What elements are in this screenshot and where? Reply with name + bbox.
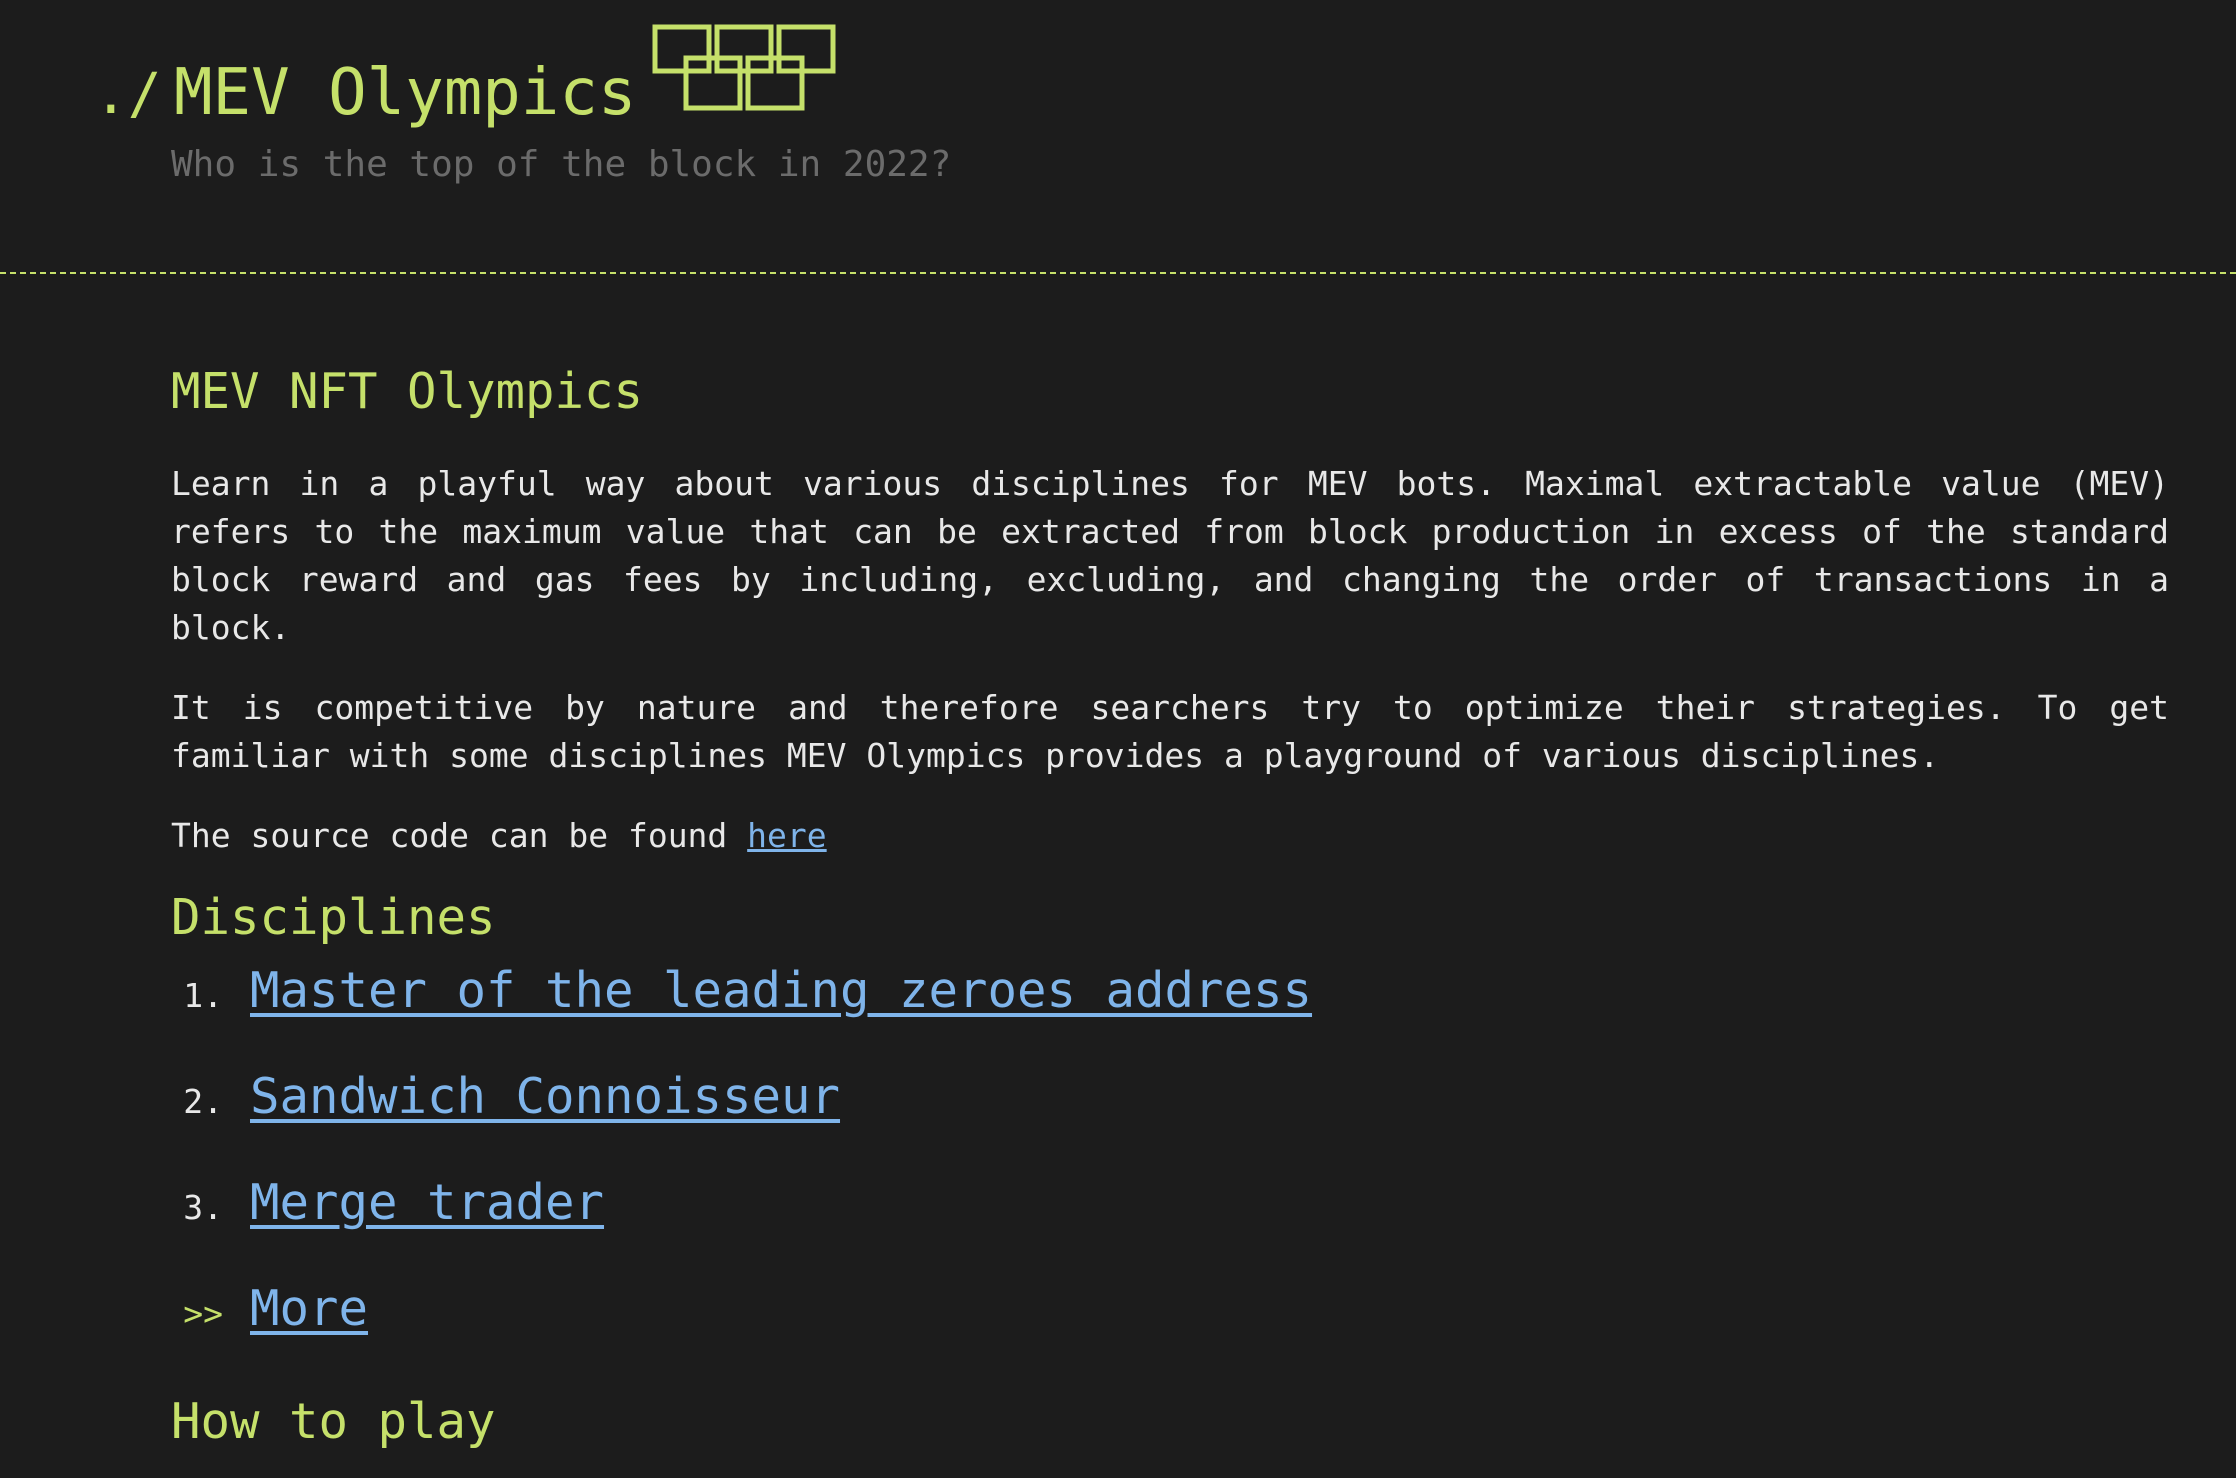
disciplines-heading: Disciplines [171, 889, 496, 946]
source-code-line: The source code can be found here [171, 812, 2169, 860]
page: ./ MEV Olympics Who is the top of the bl… [0, 0, 2236, 1478]
discipline-link-sandwich-connoisseur[interactable]: Sandwich Connoisseur [250, 1068, 840, 1125]
main-content: MEV NFT Olympics Learn in a playful way … [171, 360, 2169, 1454]
source-code-text: The source code can be found [171, 816, 728, 855]
intro-heading: MEV NFT Olympics [171, 363, 644, 420]
disciplines-list: 1. Master of the leading zeroes address … [171, 962, 2169, 1386]
intro-paragraph-2: It is competitive by nature and therefor… [171, 688, 2169, 775]
site-title[interactable]: MEV Olympics [174, 56, 636, 130]
discipline-link-merge-trader[interactable]: Merge trader [250, 1174, 604, 1231]
more-link[interactable]: More [250, 1280, 368, 1337]
discipline-more-item: >> More [171, 1280, 2169, 1386]
intro-paragraph-1: Learn in a playful way about various dis… [171, 464, 2169, 647]
discipline-item: 3. Merge trader [171, 1174, 2169, 1280]
discipline-number: 1. [183, 976, 223, 1015]
source-code-link[interactable]: here [747, 816, 826, 855]
discipline-number: 2. [183, 1082, 223, 1121]
site-subtitle: Who is the top of the block in 2022? [171, 144, 952, 185]
prompt-marker: ./ [94, 62, 162, 127]
discipline-link-leading-zeroes[interactable]: Master of the leading zeroes address [250, 962, 1312, 1019]
more-marker: >> [183, 1294, 223, 1333]
header-divider [0, 272, 2236, 274]
discipline-item: 2. Sandwich Connoisseur [171, 1068, 2169, 1174]
site-header: ./ MEV Olympics Who is the top of the bl… [0, 0, 2236, 272]
discipline-item: 1. Master of the leading zeroes address [171, 962, 2169, 1068]
discipline-number: 3. [183, 1188, 223, 1227]
olympic-rings-icon [652, 24, 836, 111]
how-to-play-heading: How to play [171, 1393, 496, 1450]
